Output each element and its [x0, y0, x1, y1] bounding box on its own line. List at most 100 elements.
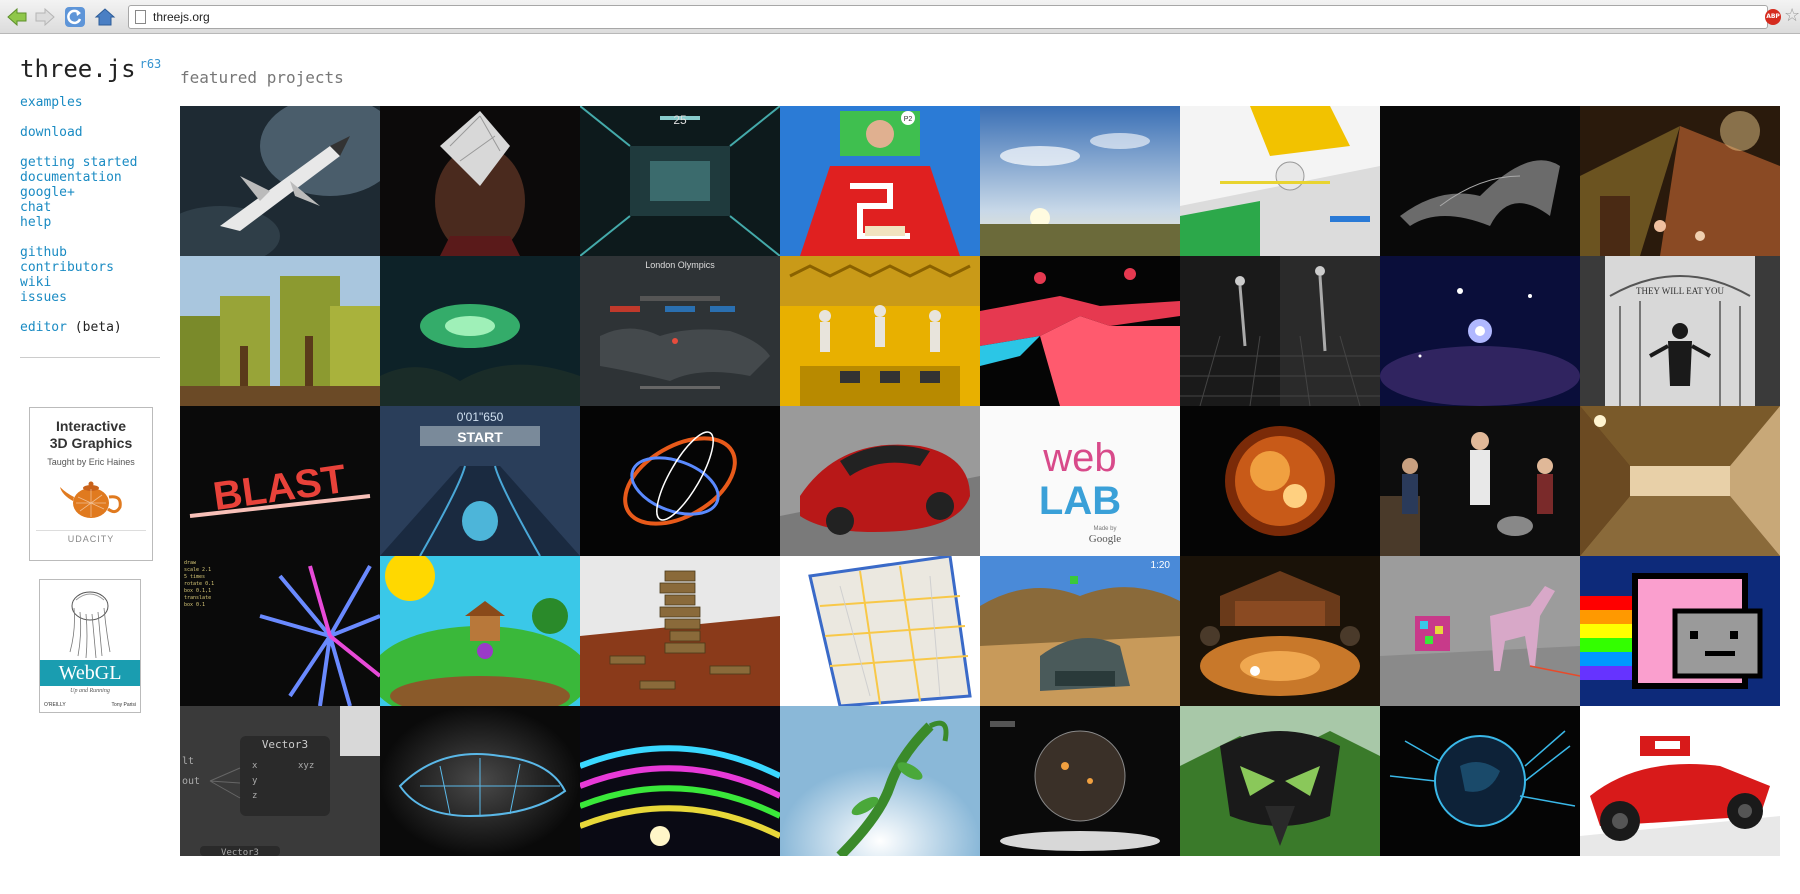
project-tile-beanstalk[interactable]	[780, 706, 980, 856]
nav-github[interactable]: github	[20, 245, 160, 260]
project-tile-sci-fi-corridor[interactable]: 25	[580, 106, 780, 256]
city-map-thumbnail	[780, 556, 980, 706]
nav-issues[interactable]: issues	[20, 290, 160, 305]
project-tile-dancers[interactable]	[780, 256, 980, 406]
node-y: y	[252, 776, 258, 786]
logo[interactable]: three.js r63	[20, 55, 161, 83]
project-tile-blast[interactable]: BLAST	[180, 406, 380, 556]
project-tile-jenga[interactable]	[580, 556, 780, 706]
udacity-title-line2: 3D Graphics	[49, 435, 133, 451]
adblock-icon[interactable]: ABP	[1765, 9, 1781, 25]
web-lab-thumbnail: web LAB Made by Google	[980, 406, 1180, 556]
webgl-book-publisher: O'REILLY	[44, 702, 66, 708]
sidebar-divider	[20, 357, 160, 358]
url-text: threejs.org	[153, 10, 210, 24]
project-tile-nyan-cat[interactable]	[1580, 556, 1780, 706]
nav-examples[interactable]: examples	[20, 95, 160, 110]
globe-stage-thumbnail	[980, 706, 1180, 856]
project-tile-f1-car[interactable]	[1580, 706, 1780, 856]
project-tile-earth-particles[interactable]	[1380, 706, 1580, 856]
udacity-title-line1: Interactive	[55, 418, 127, 434]
node-out: out	[182, 776, 200, 787]
project-tile-london-olympics[interactable]: London Olympics	[580, 256, 780, 406]
back-arrow-icon[interactable]	[6, 6, 28, 28]
project-tile-rally-car[interactable]: 1:20	[980, 556, 1180, 706]
nav-contributors[interactable]: contributors	[20, 260, 160, 275]
reload-icon[interactable]	[64, 6, 86, 28]
horse-cube-thumbnail	[1380, 556, 1580, 706]
teapot-icon	[60, 481, 122, 518]
node-bottom: Vector3	[221, 848, 259, 856]
node-xyz: xyz	[298, 761, 314, 771]
jenga-thumbnail	[580, 556, 780, 706]
project-tile-tavern[interactable]	[1180, 556, 1380, 706]
nyan-cat-thumbnail	[1580, 556, 1780, 706]
project-tile-galaxy[interactable]	[1380, 256, 1580, 406]
wireframe-shoe-thumbnail	[380, 706, 580, 856]
project-tile-dark-sculpture[interactable]	[1380, 106, 1580, 256]
logo-text[interactable]: three.js	[20, 55, 136, 83]
nav-editor[interactable]: editor	[20, 320, 67, 335]
nav-download[interactable]: download	[20, 125, 160, 140]
olympics-map-thumbnail: London Olympics	[580, 256, 780, 406]
project-tile-cartoon-island[interactable]	[380, 556, 580, 706]
bookmark-star-icon[interactable]: ☆	[1784, 6, 1800, 26]
project-tile-marble-game[interactable]	[1180, 106, 1380, 256]
project-tile-web-lab[interactable]: web LAB Made by Google	[980, 406, 1180, 556]
nav-wiki[interactable]: wiki	[20, 275, 160, 290]
dancers-thumbnail	[780, 256, 980, 406]
udacity-course-ad[interactable]: Interactive 3D Graphics Taught by Eric Ha…	[29, 407, 153, 561]
project-tile-webcam-game[interactable]: P2	[780, 106, 980, 256]
project-tile-band[interactable]	[1380, 406, 1580, 556]
project-tile-racing-start[interactable]: 0'01"650 START	[380, 406, 580, 556]
web-lab-made-by: Made by	[1093, 526, 1116, 532]
svg-text:scale 2.1: scale 2.1	[184, 567, 211, 573]
light-trails-thumbnail	[580, 706, 780, 856]
project-tile-sky[interactable]	[980, 106, 1180, 256]
project-tile-city-map[interactable]	[780, 556, 980, 706]
sidebar: three.js r63 examples download getting st…	[20, 55, 161, 358]
project-tile-livecoding[interactable]: draw scale 2.1 5 times rotate 0.1 box 0.1,1 t…	[180, 556, 380, 706]
svg-text:box 0.1: box 0.1	[184, 602, 205, 608]
webgl-book-ad[interactable]: WebGL Up and Running O'REILLY Tony Paris…	[39, 579, 141, 713]
band-thumbnail	[1380, 406, 1580, 556]
forward-arrow-icon[interactable]	[34, 6, 56, 28]
race-start-label: START	[457, 429, 503, 445]
node-title: Vector3	[262, 738, 308, 751]
earth-particles-thumbnail	[1380, 706, 1580, 856]
project-tile-globe-stage[interactable]	[980, 706, 1180, 856]
project-tile-voxel-trees[interactable]	[180, 256, 380, 406]
nav-getting-started[interactable]: getting started	[20, 155, 160, 170]
project-tile-they-will-eat-you[interactable]: THEY WILL EAT YOU	[1580, 256, 1780, 406]
nav-documentation[interactable]: documentation	[20, 170, 160, 185]
f1-car-thumbnail	[1580, 706, 1780, 856]
web-lab-web: web	[1042, 436, 1116, 480]
project-tile-aurora[interactable]	[380, 256, 580, 406]
project-tile-space-shuttle[interactable]	[180, 106, 380, 256]
svg-text:5 times: 5 times	[184, 574, 205, 580]
node-lt: lt	[182, 756, 194, 767]
project-tile-wireframe-shoe[interactable]	[380, 706, 580, 856]
project-tile-red-path[interactable]	[980, 256, 1180, 406]
home-icon[interactable]	[94, 6, 116, 28]
project-tile-red-car[interactable]	[780, 406, 980, 556]
udacity-brand: UDACITY	[36, 530, 146, 544]
project-tile-fire-sphere[interactable]	[1180, 406, 1380, 556]
svg-text:box 0.1,1: box 0.1,1	[184, 588, 211, 594]
project-tile-circus[interactable]	[1580, 106, 1780, 256]
project-tile-face-mesh[interactable]	[380, 106, 580, 256]
address-bar[interactable]: threejs.org	[128, 5, 1768, 29]
project-tile-particle-rings[interactable]	[580, 406, 780, 556]
project-tile-hall-of-mirrors[interactable]	[1580, 406, 1780, 556]
editor-beta-label: (beta)	[74, 320, 122, 335]
project-tile-light-trails[interactable]	[580, 706, 780, 856]
project-tile-node-editor[interactable]: Vector3 x y z xyz lt out Vector3	[180, 706, 380, 856]
project-tile-low-poly-mask[interactable]	[1180, 706, 1380, 856]
sidebar-nav: examples download getting started docume…	[20, 95, 160, 335]
nav-chat[interactable]: chat	[20, 200, 160, 215]
project-tile-horse-cube[interactable]	[1380, 556, 1580, 706]
nav-help[interactable]: help	[20, 215, 160, 230]
low-poly-mask-thumbnail	[1180, 706, 1380, 856]
project-tile-motion-capture[interactable]	[1180, 256, 1380, 406]
nav-google-plus[interactable]: google+	[20, 185, 160, 200]
